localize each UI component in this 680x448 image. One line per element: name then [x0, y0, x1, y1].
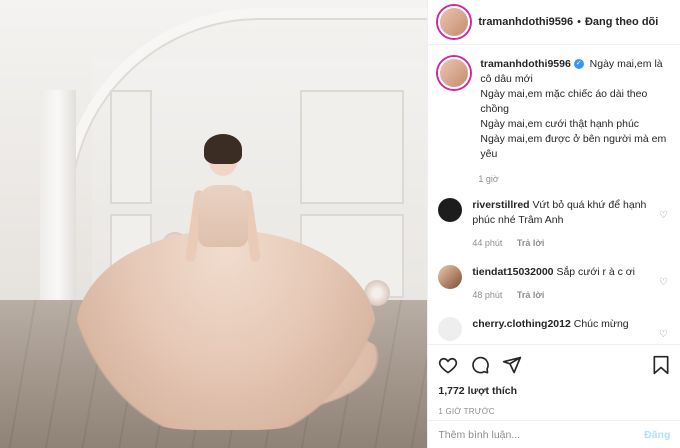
bride-hair — [204, 134, 242, 164]
avatar[interactable] — [438, 198, 463, 222]
comment-username[interactable]: riverstillred — [472, 199, 529, 211]
post-timestamp: 1 GIỜ TRƯỚC — [438, 407, 495, 416]
comment-item: riverstillred Vứt bỏ quá khứ để hạnh phú… — [438, 198, 670, 251]
comment-icon[interactable] — [470, 355, 490, 375]
dress-skirt — [76, 230, 376, 430]
post-header: tramanhdothi9596 • Đang theo dõi — [428, 0, 680, 45]
caption-line: Ngày mai,em cưới thật hạnh phúc — [480, 118, 640, 130]
avatar[interactable] — [438, 265, 463, 289]
caption-time: 1 giờ — [478, 174, 499, 184]
avatar[interactable] — [438, 317, 463, 341]
comments-list[interactable]: tramanhdothi9596 ✓ Ngày mai,em là cô dâu… — [428, 45, 680, 349]
bookmark-icon[interactable] — [652, 355, 670, 375]
comment-text: Chúc mừng — [573, 318, 629, 330]
caption-avatar[interactable] — [438, 57, 471, 89]
comment-time: 48 phút — [472, 290, 503, 300]
caption-line: Ngày mai,em được ở bên người mà em yêu — [480, 133, 667, 160]
caption-line: Ngày mai,em mặc chiếc áo dài theo chồng — [480, 88, 648, 115]
like-comment-heart-icon[interactable]: ♡ — [659, 277, 668, 288]
comment-username[interactable]: tiendat15032000 — [472, 266, 553, 278]
post-side-panel: tramanhdothi9596 • Đang theo dõi tramanh… — [427, 0, 680, 448]
wall-panel — [110, 90, 152, 204]
like-comment-heart-icon[interactable]: ♡ — [659, 329, 668, 340]
reply-button[interactable]: Trả lời — [517, 290, 544, 300]
comment-username[interactable]: cherry.clothing2012 — [472, 318, 570, 330]
post-actions: 1,772 lượt thích 1 GIỜ TRƯỚC — [428, 344, 680, 416]
header-username[interactable]: tramanhdothi9596 — [478, 16, 573, 28]
share-icon[interactable] — [502, 355, 522, 375]
post-comment-button[interactable]: Đăng — [644, 429, 670, 441]
caption: tramanhdothi9596 ✓ Ngày mai,em là cô dâu… — [438, 57, 670, 162]
comment-input[interactable]: Thêm bình luận... — [438, 429, 644, 441]
verified-icon: ✓ — [573, 59, 584, 70]
add-comment-bar: Thêm bình luận... Đăng — [428, 420, 680, 448]
wall-panel — [300, 90, 404, 204]
like-comment-heart-icon[interactable]: ♡ — [659, 210, 668, 221]
comment-text: Sắp cưới r à c ơi — [556, 266, 636, 278]
avatar[interactable] — [438, 6, 471, 38]
comment-item: tiendat15032000 Sắp cưới r à c ơi 48 phú… — [438, 265, 670, 303]
comment-time: 44 phút — [472, 238, 503, 248]
comment-item: cherry.clothing2012 Chúc mừng ♡ — [438, 317, 670, 341]
like-count[interactable]: 1,772 lượt thích — [438, 385, 670, 397]
dress-bodice — [198, 185, 248, 247]
caption-username[interactable]: tramanhdothi9596 — [480, 58, 570, 70]
heart-icon[interactable] — [438, 355, 458, 375]
follow-status-button[interactable]: Đang theo dõi — [585, 16, 658, 28]
reply-button[interactable]: Trả lời — [517, 238, 544, 248]
post-photo[interactable] — [0, 0, 428, 448]
separator-dot: • — [577, 16, 581, 28]
